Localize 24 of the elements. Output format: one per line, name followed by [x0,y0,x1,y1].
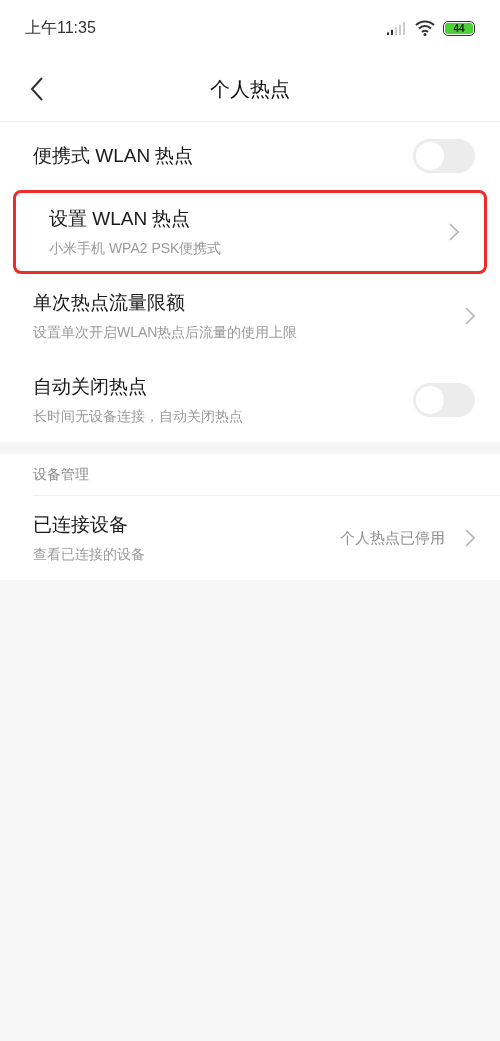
settings-row[interactable]: 已连接设备 查看已连接的设备 个人热点已停用 [0,496,500,580]
row-title: 单次热点流量限额 [33,291,186,316]
row-subtitle: 长时间无设备连接，自动关闭热点 [33,406,243,426]
chevron-right-icon [465,529,475,547]
page-title: 个人热点 [210,76,290,102]
settings-row[interactable]: 设置 WLAN 热点 小米手机 WPA2 PSK便携式 [13,190,487,274]
chevron-right-icon [449,223,459,241]
row-subtitle: 小米手机 WPA2 PSK便携式 [49,238,222,258]
row-value: 个人热点已停用 [340,527,445,548]
settings-row[interactable]: 自动关闭热点 长时间无设备连接，自动关闭热点 [0,358,500,442]
row-title: 自动关闭热点 [33,375,148,400]
row-title: 已连接设备 [33,513,129,538]
row-title: 设置 WLAN 热点 [49,207,192,232]
settings-row[interactable]: 便携式 WLAN 热点 [0,122,500,190]
chevron-right-icon [465,307,475,325]
row-subtitle: 查看已连接的设备 [33,544,145,564]
row-subtitle: 设置单次开启WLAN热点后流量的使用上限 [33,322,298,342]
section-header: 设备管理 [33,465,89,484]
signal-icon [387,21,407,35]
settings-row[interactable]: 单次热点流量限额 设置单次开启WLAN热点后流量的使用上限 [0,274,500,358]
wifi-icon [415,20,435,36]
status-time: 上午11:35 [25,18,96,38]
battery-level: 44 [445,22,473,34]
row-title: 便携式 WLAN 热点 [33,143,194,168]
